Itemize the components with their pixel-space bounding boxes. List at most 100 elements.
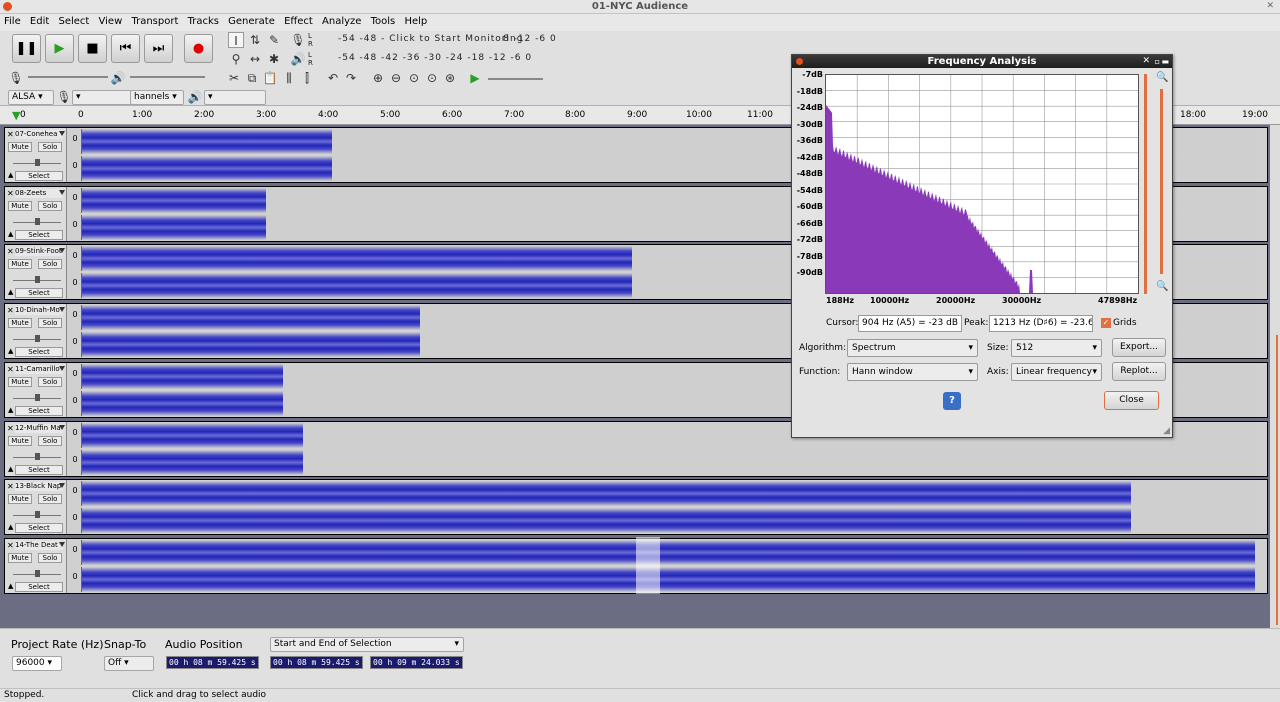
dialog-maximize-icon[interactable]: ▫ bbox=[1155, 55, 1160, 68]
gain-thumb[interactable] bbox=[35, 217, 40, 225]
solo-button[interactable]: Solo bbox=[38, 435, 62, 446]
track-name[interactable]: 07-Conehea bbox=[15, 130, 63, 139]
gain-thumb[interactable] bbox=[35, 276, 40, 284]
selection-start-field[interactable]: 00 h 08 m 59.425 s bbox=[270, 656, 363, 669]
track-menu-icon[interactable] bbox=[59, 424, 65, 430]
channel-left[interactable] bbox=[81, 539, 1256, 565]
gain-thumb[interactable] bbox=[35, 335, 40, 343]
menu-effect[interactable]: Effect bbox=[280, 14, 313, 30]
zoom-out-button[interactable]: ⊖ bbox=[388, 70, 404, 86]
fit-selection-button[interactable]: ⊙ bbox=[406, 70, 422, 86]
menu-view[interactable]: View bbox=[95, 14, 123, 30]
gain-thumb[interactable] bbox=[35, 159, 40, 166]
track-close-icon[interactable]: ✕ bbox=[7, 130, 14, 139]
dialog-minimize-icon[interactable]: ▬ bbox=[1161, 55, 1169, 68]
channel-right[interactable] bbox=[81, 508, 1256, 534]
track-name[interactable]: 10-Dinah-Mo bbox=[15, 306, 63, 316]
envelope-tool[interactable]: ⇅ bbox=[247, 32, 263, 48]
track-menu-icon[interactable] bbox=[59, 365, 65, 371]
mute-button[interactable]: Mute bbox=[8, 259, 32, 270]
zoom-in-button[interactable]: ⊕ bbox=[370, 70, 386, 86]
solo-button[interactable]: Solo bbox=[38, 200, 62, 211]
select-button[interactable]: Select bbox=[15, 523, 63, 534]
menu-generate[interactable]: Generate bbox=[224, 14, 275, 30]
copy-button[interactable]: ⧉ bbox=[244, 70, 260, 86]
trim-button[interactable]: ⫼ bbox=[281, 70, 297, 86]
export-button[interactable]: Export... bbox=[1112, 338, 1166, 357]
replot-button[interactable]: Replot... bbox=[1112, 362, 1166, 381]
play-volume-slider[interactable] bbox=[130, 76, 205, 78]
select-button[interactable]: Select bbox=[15, 581, 63, 592]
play-at-speed-button[interactable]: ▶ bbox=[467, 70, 483, 86]
selection-tool[interactable]: I bbox=[228, 32, 244, 48]
mute-button[interactable]: Mute bbox=[8, 552, 32, 563]
track-menu-icon[interactable] bbox=[59, 541, 65, 547]
selection-mode-select[interactable]: Start and End of Selection ▾ bbox=[270, 637, 464, 652]
channels-select[interactable]: hannels ▾ bbox=[130, 90, 184, 105]
dialog-close-icon[interactable]: ✕ bbox=[1142, 55, 1150, 68]
playback-device-select[interactable]: ▾ bbox=[204, 90, 266, 105]
track-name[interactable]: 13-Black Nap bbox=[15, 482, 63, 492]
track-name[interactable]: 11-Camarillo bbox=[15, 364, 63, 374]
play-meter[interactable]: -54 -48 -42 -36 -30 -24 -18 -12 -6 0 bbox=[338, 53, 532, 63]
solo-button[interactable]: Solo bbox=[38, 318, 62, 329]
track-close-icon[interactable]: ✕ bbox=[7, 247, 14, 256]
menu-analyze[interactable]: Analyze bbox=[318, 14, 361, 30]
record-button[interactable]: ● bbox=[184, 34, 213, 63]
select-button[interactable]: Select bbox=[15, 229, 63, 240]
mute-button[interactable]: Mute bbox=[8, 318, 32, 329]
close-icon[interactable]: ✕ bbox=[1266, 0, 1274, 13]
menu-select[interactable]: Select bbox=[54, 14, 89, 30]
track-close-icon[interactable]: ✕ bbox=[7, 424, 14, 433]
solo-button[interactable]: Solo bbox=[38, 494, 62, 505]
mute-button[interactable]: Mute bbox=[8, 435, 32, 446]
selection-region[interactable] bbox=[636, 537, 660, 594]
track-menu-icon[interactable] bbox=[59, 131, 65, 136]
timeshift-tool[interactable]: ↔ bbox=[247, 51, 263, 67]
menu-tracks[interactable]: Tracks bbox=[184, 14, 219, 30]
project-rate-select[interactable]: 96000 ▾ bbox=[12, 656, 62, 671]
help-button[interactable]: ? bbox=[943, 392, 961, 410]
zoom-slider[interactable] bbox=[1144, 74, 1147, 294]
gain-thumb[interactable] bbox=[35, 393, 40, 401]
collapse-icon[interactable]: ▲ bbox=[8, 523, 13, 531]
collapse-icon[interactable]: ▲ bbox=[8, 465, 13, 473]
solo-button[interactable]: Solo bbox=[38, 376, 62, 387]
pause-button[interactable]: ❚❚ bbox=[12, 34, 41, 63]
menu-tools[interactable]: Tools bbox=[367, 14, 396, 30]
track-close-icon[interactable]: ✕ bbox=[7, 365, 14, 374]
menu-transport[interactable]: Transport bbox=[127, 14, 178, 30]
resize-grip-icon[interactable]: ◢ bbox=[1163, 426, 1170, 436]
channel-right[interactable] bbox=[81, 449, 1256, 475]
zoom-in-icon[interactable]: 🔍 bbox=[1156, 72, 1168, 83]
select-button[interactable]: Select bbox=[15, 464, 63, 475]
selection-end-field[interactable]: 00 h 09 m 24.033 s bbox=[370, 656, 463, 669]
select-button[interactable]: Select bbox=[15, 288, 63, 299]
track-close-icon[interactable]: ✕ bbox=[7, 306, 14, 315]
cursor-field[interactable]: 904 Hz (A5) = -23 dB bbox=[858, 315, 962, 332]
axis-select[interactable]: Linear frequency ▾ bbox=[1011, 363, 1102, 381]
silence-button[interactable]: ⫿ bbox=[299, 70, 315, 86]
track-close-icon[interactable]: ✕ bbox=[7, 482, 14, 491]
track-name[interactable]: 14-The Deat bbox=[15, 540, 63, 550]
menu-edit[interactable]: Edit bbox=[26, 14, 49, 30]
close-button[interactable]: Close bbox=[1104, 391, 1159, 410]
mute-button[interactable]: Mute bbox=[8, 200, 32, 211]
gain-thumb[interactable] bbox=[35, 511, 40, 519]
audio-position-field[interactable]: 00 h 08 m 59.425 s bbox=[166, 656, 259, 669]
select-button[interactable]: Select bbox=[15, 405, 63, 416]
select-button[interactable]: Select bbox=[15, 347, 63, 358]
track-menu-icon[interactable] bbox=[59, 189, 65, 195]
collapse-icon[interactable]: ▲ bbox=[8, 288, 13, 296]
zoom-out-icon[interactable]: 🔍 bbox=[1156, 281, 1168, 292]
select-button[interactable]: Select bbox=[15, 171, 63, 181]
collapse-icon[interactable]: ▲ bbox=[8, 406, 13, 414]
mute-button[interactable]: Mute bbox=[8, 142, 32, 152]
track-close-icon[interactable]: ✕ bbox=[7, 189, 14, 198]
solo-button[interactable]: Solo bbox=[38, 142, 62, 152]
stop-button[interactable]: ■ bbox=[78, 34, 107, 63]
zoom-toggle-button[interactable]: ⊛ bbox=[442, 70, 458, 86]
peak-field[interactable]: 1213 Hz (D♯6) = -23.6 bbox=[989, 315, 1093, 332]
host-select[interactable]: ALSA ▾ bbox=[8, 90, 54, 105]
paste-button[interactable]: 📋 bbox=[262, 70, 278, 86]
